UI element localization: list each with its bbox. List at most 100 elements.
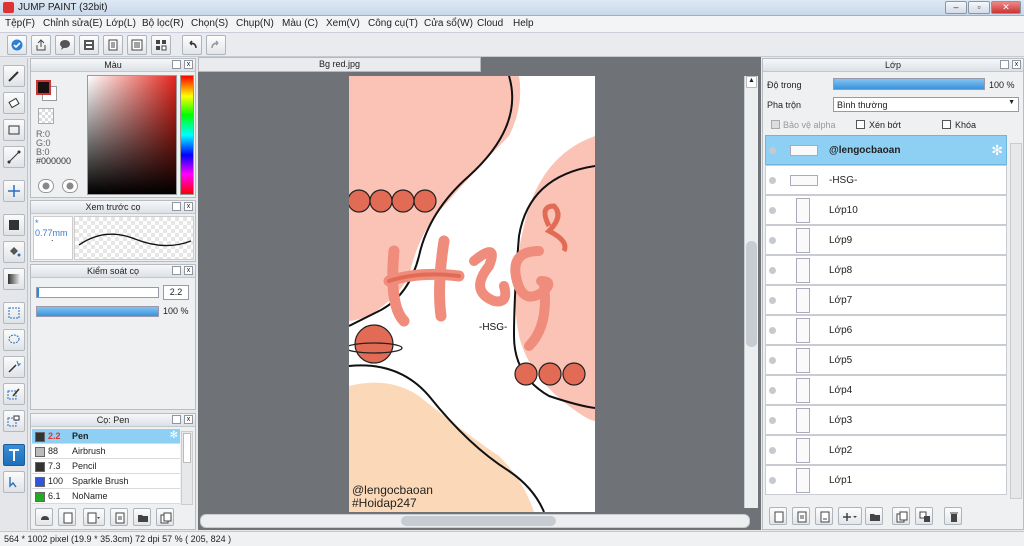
brush-properties-button[interactable] [110, 508, 128, 526]
canvas-horizontal-scrollbar[interactable] [200, 514, 750, 528]
document-tab[interactable]: Bg red.jpg [198, 57, 481, 72]
menu-layer[interactable]: Lớp(L) [106, 18, 136, 29]
eye-visibility-icon[interactable] [769, 417, 776, 424]
eye-visibility-icon[interactable] [769, 297, 776, 304]
canvas-vertical-scrollbar[interactable]: ▲ [744, 76, 758, 508]
brush-opacity-slider[interactable] [36, 306, 159, 317]
eye-visibility-icon[interactable] [769, 147, 776, 154]
eye-visibility-icon[interactable] [769, 267, 776, 274]
select-pen-tool[interactable] [3, 383, 25, 405]
menu-filter[interactable]: Bộ lọc(R) [142, 18, 184, 29]
layer-merge-button[interactable] [915, 507, 933, 525]
eye-visibility-icon[interactable] [769, 477, 776, 484]
brush-item[interactable]: 7.3 Pencil [32, 459, 180, 474]
brush-list-scrollbar[interactable] [181, 431, 193, 505]
eye-visibility-icon[interactable] [769, 387, 776, 394]
brush-item[interactable]: 88 Airbrush [32, 444, 180, 459]
lasso-tool[interactable] [3, 329, 25, 351]
eye-visibility-icon[interactable] [769, 177, 776, 184]
magic-wand-tool[interactable] [3, 356, 25, 378]
brush-add-button[interactable] [83, 508, 105, 526]
float-panel-icon[interactable] [172, 415, 181, 424]
blend-mode-select[interactable]: Bình thường ▼ [833, 97, 1019, 112]
brush-item[interactable]: 2.2 Pen ✻ [32, 429, 180, 444]
scroll-up-arrow-icon[interactable]: ▲ [746, 76, 757, 88]
document-button[interactable] [103, 35, 123, 55]
gear-icon[interactable]: ✻ [170, 430, 178, 441]
pen-tool[interactable] [3, 65, 25, 87]
layer-row[interactable]: @lengocbaoan ✻ [765, 135, 1007, 165]
layers-scrollbar[interactable] [1010, 143, 1022, 499]
hue-slider[interactable] [180, 75, 194, 195]
protect-alpha-checkbox[interactable] [771, 120, 780, 129]
float-panel-icon[interactable] [172, 266, 181, 275]
comment-button[interactable] [55, 35, 75, 55]
brush-copy-button[interactable] [156, 508, 174, 526]
layer-row[interactable]: Lớp3 [765, 405, 1007, 435]
palette-button-2[interactable] [62, 179, 78, 193]
layer-row[interactable]: Lớp5 [765, 345, 1007, 375]
canvas-artwork[interactable]: -HSG- @lengocbaoan #Hoidap247 [349, 76, 595, 512]
layer-doc-button[interactable] [792, 507, 810, 525]
layer-row[interactable]: Lớp1 [765, 465, 1007, 495]
brush-folder-button[interactable] [133, 508, 151, 526]
eye-visibility-icon[interactable] [769, 327, 776, 334]
eye-visibility-icon[interactable] [769, 447, 776, 454]
eye-visibility-icon[interactable] [769, 237, 776, 244]
brush-size-slider[interactable] [36, 287, 159, 298]
vertical-scroll-thumb[interactable] [746, 241, 757, 347]
menu-window[interactable]: Cửa sổ(W) [424, 18, 473, 29]
close-panel-icon[interactable]: x [1012, 60, 1021, 69]
share-button[interactable] [31, 35, 51, 55]
cloud-check-button[interactable] [7, 35, 27, 55]
new-layer-button[interactable] [769, 507, 787, 525]
gradient-tool[interactable] [3, 268, 25, 290]
menu-select[interactable]: Chọn(S) [191, 18, 228, 29]
gear-icon[interactable]: ✻ [991, 142, 1003, 159]
horizontal-scroll-thumb[interactable] [401, 516, 556, 526]
eye-visibility-icon[interactable] [769, 357, 776, 364]
operation-tool[interactable] [3, 471, 25, 493]
delete-layer-button[interactable] [944, 507, 962, 525]
redo-button[interactable] [206, 35, 226, 55]
layer-row[interactable]: Lớp9 [765, 225, 1007, 255]
brush-new-button[interactable] [58, 508, 76, 526]
text-tool[interactable] [3, 444, 25, 466]
brush-size-value[interactable]: 2.2 [163, 285, 189, 300]
undo-button[interactable] [182, 35, 202, 55]
transparent-color-icon[interactable] [38, 108, 54, 124]
maximize-button[interactable]: ▫ [968, 1, 990, 14]
brush-item[interactable]: 6.1 NoName [32, 489, 180, 504]
menu-view[interactable]: Xem(V) [326, 18, 360, 29]
move-tool[interactable] [3, 180, 25, 202]
layer-row[interactable]: Lớp6 [765, 315, 1007, 345]
line-tool[interactable] [3, 146, 25, 168]
eraser-tool[interactable] [3, 92, 25, 114]
grid-button[interactable] [151, 35, 171, 55]
layer-row[interactable]: Lớp8 [765, 255, 1007, 285]
layer-row[interactable]: Lớp2 [765, 435, 1007, 465]
layer-new-raster-button[interactable] [815, 507, 833, 525]
menu-help[interactable]: Help [513, 18, 534, 29]
layer-row[interactable]: Lớp7 [765, 285, 1007, 315]
layer-opacity-slider[interactable] [833, 78, 985, 90]
close-panel-icon[interactable]: x [184, 202, 193, 211]
layer-add-menu-button[interactable] [838, 507, 862, 525]
menu-edit[interactable]: Chỉnh sửa(E) [43, 18, 103, 29]
palette-button-1[interactable] [38, 179, 54, 193]
menu-capture[interactable]: Chụp(N) [236, 18, 274, 29]
select-eraser-tool[interactable] [3, 410, 25, 432]
saturation-value-picker[interactable] [87, 75, 177, 195]
brush-item[interactable]: 100 Sparkle Brush [32, 474, 180, 489]
brush-cloud-button[interactable] [35, 508, 53, 526]
lock-checkbox[interactable] [942, 120, 951, 129]
menu-file[interactable]: Tệp(F) [5, 18, 35, 29]
rect-select-tool[interactable] [3, 302, 25, 324]
minimize-button[interactable]: – [945, 1, 967, 14]
layer-row[interactable]: Lớp4 [765, 375, 1007, 405]
menu-cloud[interactable]: Cloud [477, 18, 503, 29]
layer-duplicate-button[interactable] [892, 507, 910, 525]
bucket-tool[interactable] [3, 241, 25, 263]
menu-tools[interactable]: Công cụ(T) [368, 18, 418, 29]
list-button[interactable] [127, 35, 147, 55]
